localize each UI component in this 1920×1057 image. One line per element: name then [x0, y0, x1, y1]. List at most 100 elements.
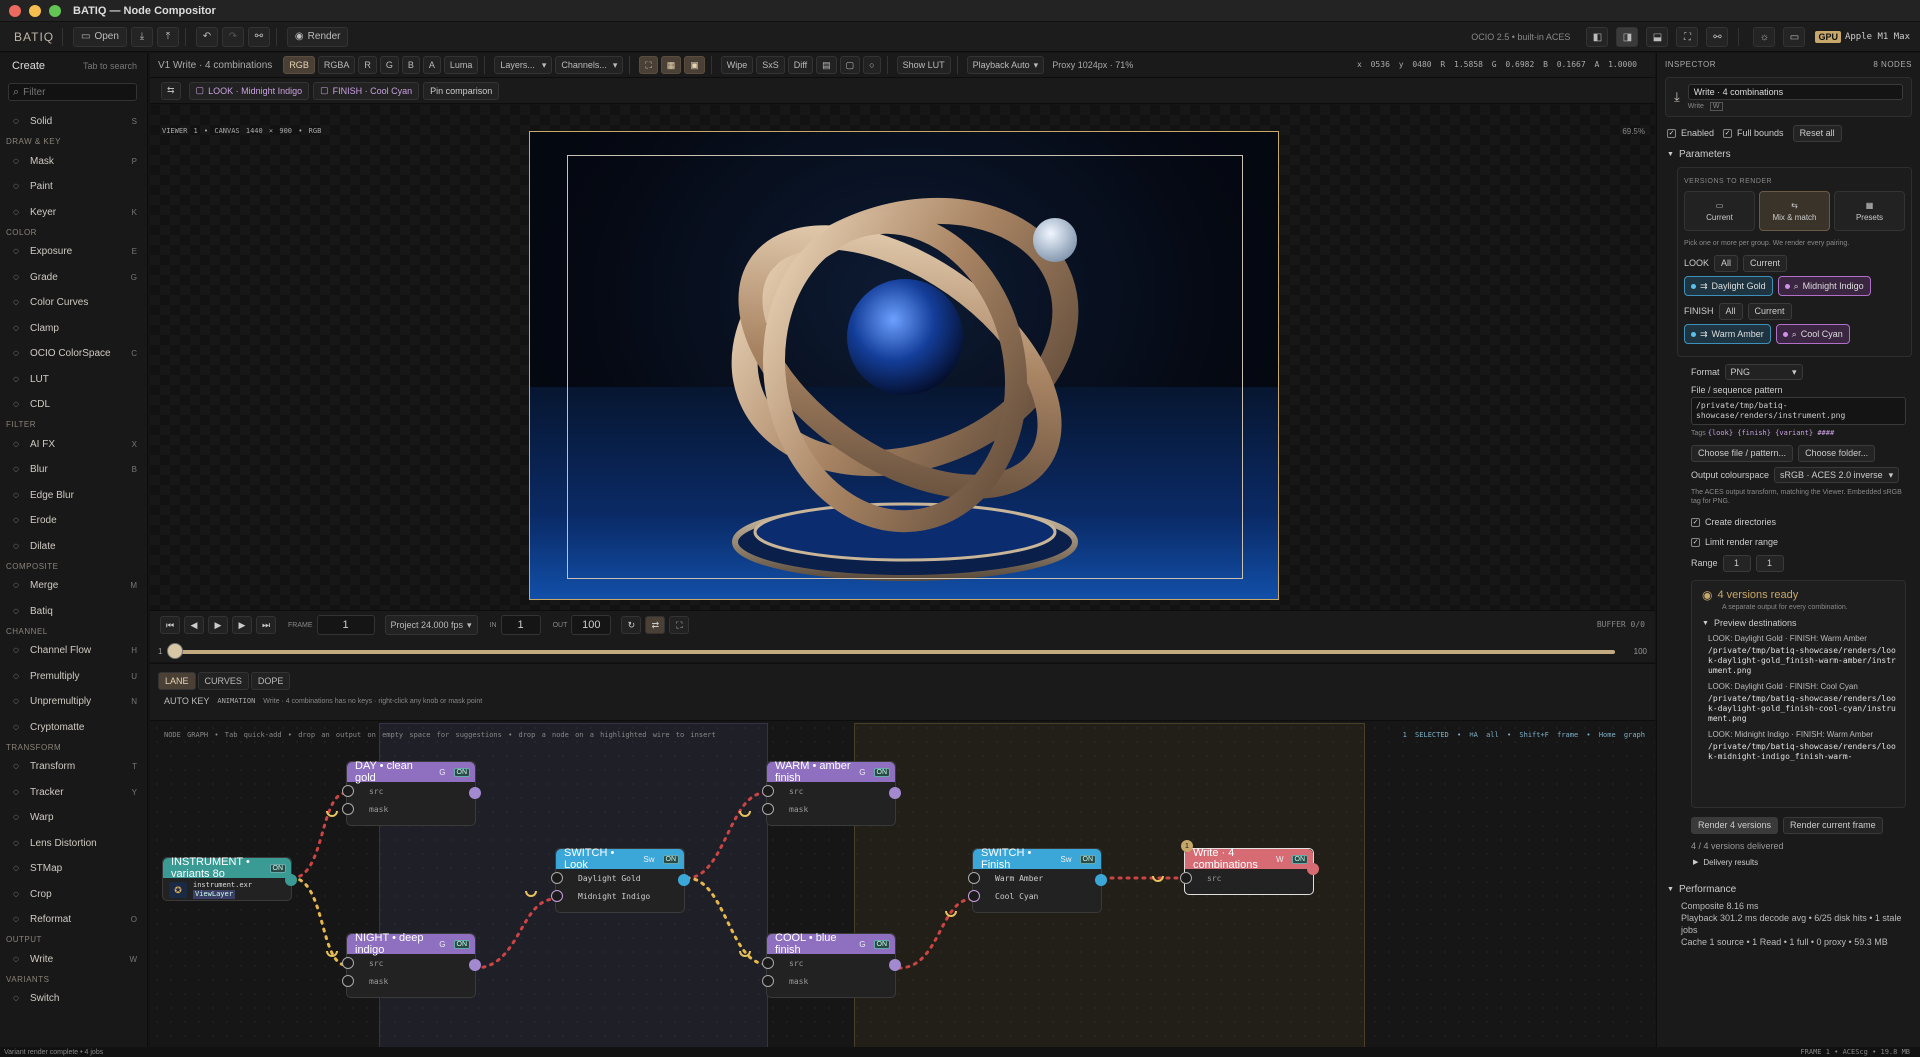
graph-tools-button[interactable]: ⚯: [247, 26, 270, 47]
playhead-handle[interactable]: [167, 643, 183, 659]
fit-button[interactable]: ⛶: [639, 56, 658, 74]
layout-left-button[interactable]: ◧: [1586, 27, 1609, 47]
parameters-section[interactable]: ▼ Parameters: [1657, 145, 1920, 163]
full-bounds-checkbox[interactable]: ✓: [1723, 128, 1733, 138]
play-button[interactable]: ▶: [208, 616, 228, 634]
go-end-button[interactable]: ⏭: [256, 616, 276, 634]
input-port-daylight[interactable]: Daylight Gold: [551, 869, 684, 887]
output-port[interactable]: [469, 959, 481, 971]
sidebar-item-erode[interactable]: ◌ Erode: [0, 508, 147, 534]
image-viewer[interactable]: VIEWER 1 • CANVAS 1440 × 900 • RGB 69.5%: [150, 105, 1655, 610]
output-port[interactable]: [469, 787, 481, 799]
channel-button-a[interactable]: A: [422, 56, 441, 74]
sidebar-item-transform[interactable]: ◌ Transform T: [0, 754, 147, 780]
output-port[interactable]: [678, 874, 690, 886]
channel-button-r[interactable]: R: [358, 56, 377, 74]
node-on-toggle[interactable]: ON: [453, 939, 470, 949]
save-button[interactable]: ⤓: [130, 26, 153, 47]
choose-folder-button[interactable]: Choose folder...: [1798, 444, 1876, 462]
sidebar-item-batiq[interactable]: ◌ Batiq: [0, 599, 147, 625]
finish-current-button[interactable]: Current: [1747, 302, 1792, 320]
sidebar-item-keyer[interactable]: ◌ Keyer K: [0, 200, 147, 226]
sidebar-item-channel-flow[interactable]: ◌ Channel Flow H: [0, 638, 147, 664]
node-on-toggle[interactable]: ON: [1079, 854, 1096, 864]
go-start-button[interactable]: ⏮: [160, 616, 180, 634]
reset-all-button[interactable]: Reset all: [1792, 124, 1842, 142]
range-button[interactable]: ⛶: [669, 616, 690, 634]
node-graph[interactable]: NODE GRAPH • Tab quick-add • drop an out…: [150, 720, 1655, 1047]
mode-presets-button[interactable]: ▦ Presets: [1834, 191, 1905, 231]
node-cool[interactable]: COOL • blue finish G ON src mask: [762, 932, 901, 998]
sidebar-item-warp[interactable]: ◌ Warp: [0, 805, 147, 831]
render-current-button[interactable]: Render current frame: [1783, 816, 1883, 834]
sidebar-item-blur[interactable]: ◌ Blur B: [0, 457, 147, 483]
safe-area-button[interactable]: ▢: [839, 56, 861, 74]
node-on-toggle[interactable]: ON: [1291, 854, 1308, 864]
finish-option-cool-cyan[interactable]: ⌕ Cool Cyan: [1775, 324, 1850, 344]
output-port[interactable]: [1095, 874, 1107, 886]
undo-button[interactable]: ↶: [195, 26, 218, 47]
node-switch-finish[interactable]: SWITCH • Finish Sw ON Warm Amber Cool Cyan: [968, 847, 1107, 913]
compare-diff-button[interactable]: Diff: [787, 56, 814, 74]
sidebar-item-write[interactable]: ◌ Write W: [0, 947, 147, 973]
input-port-src[interactable]: src: [342, 782, 475, 800]
node-on-toggle[interactable]: ON: [269, 863, 286, 873]
input-port-midnight[interactable]: Midnight Indigo: [551, 887, 684, 905]
sidebar-item-reformat[interactable]: ◌ Reformat O: [0, 907, 147, 933]
sidebar-item-paint[interactable]: ◌ Paint: [0, 174, 147, 200]
monitor-button[interactable]: ▭: [1783, 27, 1806, 47]
step-back-button[interactable]: ◀: [184, 616, 204, 634]
minimize-window-button[interactable]: [29, 4, 41, 17]
filter-field[interactable]: ⌕: [8, 83, 137, 101]
output-colourspace-select[interactable]: sRGB · ACES 2.0 inverse ▾: [1774, 467, 1900, 483]
mode-mix-match-button[interactable]: ⇆ Mix & match: [1759, 191, 1830, 231]
range-from-input[interactable]: 1: [1722, 554, 1751, 572]
create-directories-checkbox[interactable]: ✓: [1691, 517, 1700, 527]
pattern-input[interactable]: /private/tmp/batiq-showcase/renders/inst…: [1691, 397, 1906, 425]
enabled-checkbox[interactable]: ✓: [1667, 128, 1676, 138]
circle-button[interactable]: ○: [863, 56, 881, 74]
input-port-src[interactable]: src: [342, 954, 475, 972]
node-on-toggle[interactable]: ON: [873, 939, 890, 949]
frame-input[interactable]: 1: [316, 615, 375, 635]
redo-button[interactable]: ↷: [221, 26, 244, 47]
pin-comparison-button[interactable]: Pin comparison: [423, 81, 500, 100]
sidebar-item-solid[interactable]: ◌ Solid S: [0, 109, 147, 135]
performance-section[interactable]: ▼ Performance: [1657, 878, 1920, 900]
finish-all-button[interactable]: All: [1718, 302, 1743, 320]
sidebar-item-edge-blur[interactable]: ◌ Edge Blur: [0, 483, 147, 509]
checker-button[interactable]: ▦: [660, 56, 682, 74]
mode-current-button[interactable]: ▭ Current: [1684, 191, 1755, 231]
sidebar-item-clamp[interactable]: ◌ Clamp: [0, 316, 147, 342]
render-versions-button[interactable]: Render 4 versions: [1691, 816, 1779, 834]
fullscreen-button[interactable]: ⛶: [1676, 27, 1699, 47]
loop-button[interactable]: ↻: [621, 616, 642, 634]
zoom-window-button[interactable]: [49, 4, 61, 17]
sidebar-item-switch[interactable]: ◌ Switch: [0, 986, 147, 1012]
bounce-button[interactable]: ⇄: [645, 616, 666, 634]
sidebar-item-grade[interactable]: ◌ Grade G: [0, 265, 147, 291]
input-port-src[interactable]: src: [762, 954, 895, 972]
layers-dropdown[interactable]: Layers... ▾: [494, 56, 553, 74]
close-window-button[interactable]: [9, 4, 21, 17]
look-all-button[interactable]: All: [1714, 254, 1739, 272]
compare-wipe-button[interactable]: Wipe: [720, 56, 754, 74]
node-instrument[interactable]: INSTRUMENT • variants 8o ON ✪ instrument.…: [162, 856, 297, 901]
channel-button-luma[interactable]: Luma: [443, 56, 479, 74]
sidebar-item-exposure[interactable]: ◌ Exposure E: [0, 239, 147, 265]
channel-button-rgb[interactable]: RGB: [283, 56, 315, 74]
format-select[interactable]: PNG ▾: [1724, 364, 1803, 380]
choose-file-button[interactable]: Choose file / pattern...: [1691, 444, 1794, 462]
graph-layout-button[interactable]: ⚯: [1706, 27, 1729, 47]
sidebar-item-premultiply[interactable]: ◌ Premultiply U: [0, 664, 147, 690]
theme-button[interactable]: ☼: [1753, 27, 1776, 47]
output-port[interactable]: [889, 959, 901, 971]
node-on-toggle[interactable]: ON: [873, 767, 890, 777]
input-port-mask[interactable]: mask: [762, 800, 895, 818]
tab-curves[interactable]: CURVES: [197, 672, 249, 690]
input-port-mask[interactable]: mask: [342, 972, 475, 990]
input-port-mask[interactable]: mask: [762, 972, 895, 990]
compare-sxs-button[interactable]: SxS: [756, 56, 785, 74]
channel-button-rgba[interactable]: RGBA: [317, 56, 356, 74]
output-port[interactable]: [889, 787, 901, 799]
